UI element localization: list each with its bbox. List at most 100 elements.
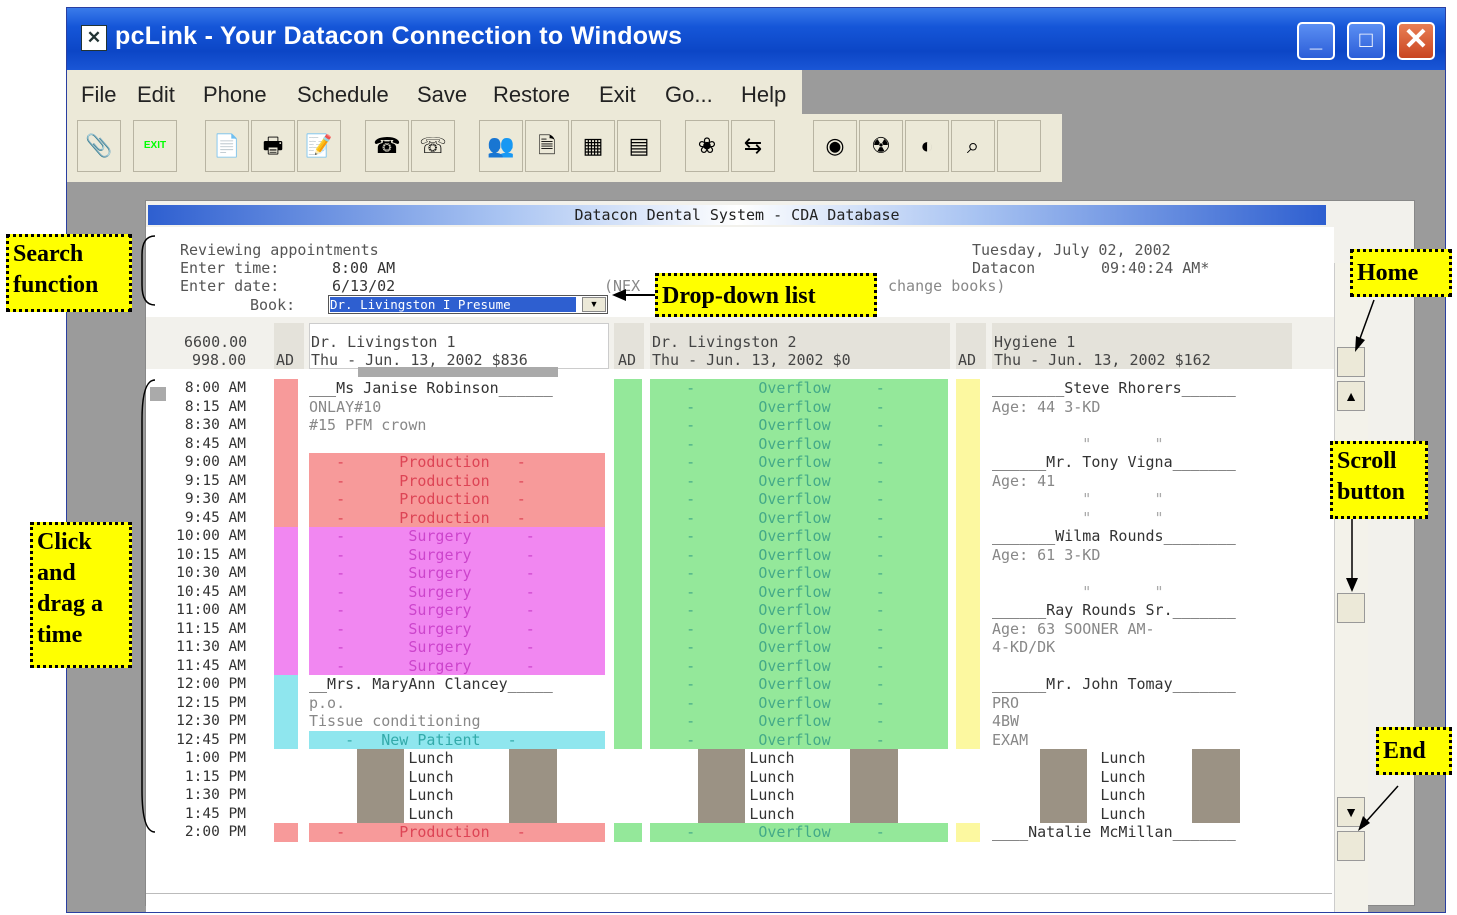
- appointment-slot[interactable]: - Overflow -: [650, 823, 948, 842]
- appointment-slot[interactable]: [992, 656, 1290, 675]
- appointment-slot[interactable]: - Surgery -: [309, 527, 605, 546]
- ad-cell[interactable]: [614, 675, 642, 694]
- ad-cell[interactable]: [956, 767, 980, 786]
- ad-cell[interactable]: [274, 508, 298, 527]
- appointment-slot[interactable]: - Overflow -: [650, 675, 948, 694]
- ad-cell[interactable]: [614, 453, 642, 472]
- ad-cell[interactable]: [614, 434, 642, 453]
- appointment-slot[interactable]: - Production -: [309, 490, 605, 509]
- appointment-slot[interactable]: - Overflow -: [650, 490, 948, 509]
- appointment-slot[interactable]: Lunch: [650, 749, 948, 768]
- appointment-slot[interactable]: Tissue conditioning: [309, 712, 605, 731]
- appointment-slot[interactable]: - Overflow -: [650, 712, 948, 731]
- ad-cell[interactable]: [956, 453, 980, 472]
- appointment-slot[interactable]: - Overflow -: [650, 397, 948, 416]
- appointment-slot[interactable]: - New Patient -: [309, 730, 605, 749]
- appointment-slot[interactable]: 4BW: [992, 712, 1290, 731]
- ad-cell[interactable]: [614, 656, 642, 675]
- ad-cell[interactable]: [614, 749, 642, 768]
- ad-cell[interactable]: [614, 767, 642, 786]
- ad-cell[interactable]: [274, 527, 298, 546]
- exit-icon[interactable]: EXIT: [133, 120, 177, 172]
- appointment-slot[interactable]: Lunch: [309, 749, 605, 768]
- ad-cell[interactable]: [956, 823, 980, 842]
- ad-cell[interactable]: [956, 564, 980, 583]
- appointment-slot[interactable]: ____Natalie McMillan_______: [992, 823, 1290, 842]
- time-slot-label[interactable]: 2:00 PM: [146, 823, 246, 842]
- time-slot-label[interactable]: 10:00 AM: [146, 527, 246, 546]
- appointment-slot[interactable]: [309, 434, 605, 453]
- time-slot-label[interactable]: 10:45 AM: [146, 583, 246, 602]
- time-slot-label[interactable]: 1:30 PM: [146, 786, 246, 805]
- appointment-slot[interactable]: ________Steve Rhorers______: [992, 379, 1290, 398]
- menu-phone[interactable]: Phone: [203, 82, 267, 108]
- appointment-slot[interactable]: - Production -: [309, 471, 605, 490]
- chevron-down-icon[interactable]: ▼: [582, 297, 606, 312]
- appointment-slot[interactable]: Lunch: [650, 767, 948, 786]
- phone-hangup-icon[interactable]: ☏: [411, 120, 455, 172]
- ad-cell[interactable]: [956, 730, 980, 749]
- appointment-slot[interactable]: ______Mr. Tony Vigna_______: [992, 453, 1290, 472]
- ad-cell[interactable]: [956, 638, 980, 657]
- scroll-down-button[interactable]: ▼: [1337, 797, 1365, 827]
- appointment-slot[interactable]: EXAM: [992, 730, 1290, 749]
- ad-cell[interactable]: [274, 582, 298, 601]
- ad-cell[interactable]: [274, 712, 298, 731]
- appointment-slot[interactable]: ______Mr. John Tomay_______: [992, 675, 1290, 694]
- menu-file[interactable]: File: [81, 82, 116, 108]
- appointment-slot[interactable]: - Surgery -: [309, 656, 605, 675]
- time-slot-label[interactable]: 8:30 AM: [146, 416, 246, 435]
- appointment-slot[interactable]: Lunch: [992, 786, 1290, 805]
- appointment-slot[interactable]: - Surgery -: [309, 564, 605, 583]
- appointment-slot[interactable]: - Overflow -: [650, 601, 948, 620]
- appointment-slot[interactable]: ___Ms Janise Robinson______: [309, 379, 605, 398]
- ad-cell[interactable]: [614, 527, 642, 546]
- appointment-slot[interactable]: - Surgery -: [309, 545, 605, 564]
- appointment-slot[interactable]: - Overflow -: [650, 730, 948, 749]
- ad-cell[interactable]: [614, 693, 642, 712]
- appointment-slot[interactable]: - Overflow -: [650, 693, 948, 712]
- vertical-scrollbar[interactable]: ▲ ▼: [1334, 263, 1368, 912]
- ad-cell[interactable]: [274, 767, 298, 786]
- ad-cell[interactable]: [274, 416, 298, 435]
- time-slot-label[interactable]: 9:30 AM: [146, 490, 246, 509]
- time-slot-label[interactable]: 11:45 AM: [146, 657, 246, 676]
- menu-save[interactable]: Save: [417, 82, 467, 108]
- ad-cell[interactable]: [614, 730, 642, 749]
- appointment-slot[interactable]: - Overflow -: [650, 453, 948, 472]
- ad-cell[interactable]: [614, 582, 642, 601]
- appointment-slot[interactable]: - Overflow -: [650, 582, 948, 601]
- time-slot-label[interactable]: 10:15 AM: [146, 546, 246, 565]
- app-logo-icon[interactable]: ✕: [81, 25, 107, 51]
- arrows-icon[interactable]: ⇆: [731, 120, 775, 172]
- appointment-slot[interactable]: - Overflow -: [650, 508, 948, 527]
- appointment-slot[interactable]: Age: 61 3-KD: [992, 545, 1290, 564]
- appointment-slot[interactable]: " ": [992, 582, 1290, 601]
- ad-cell[interactable]: [956, 656, 980, 675]
- ad-cell[interactable]: [614, 786, 642, 805]
- ad-cell[interactable]: [274, 397, 298, 416]
- ad-cell[interactable]: [956, 416, 980, 435]
- menu-schedule[interactable]: Schedule: [297, 82, 389, 108]
- ad-cell[interactable]: [274, 656, 298, 675]
- book-dropdown[interactable]: Dr. Livingston I Presume ▼: [328, 295, 608, 314]
- appointment-slot[interactable]: 4-KD/DK: [992, 638, 1290, 657]
- ad-cell[interactable]: [274, 749, 298, 768]
- ad-cell[interactable]: [274, 730, 298, 749]
- appointment-slot[interactable]: Lunch: [309, 767, 605, 786]
- ad-cell[interactable]: [956, 804, 980, 823]
- drag-handle[interactable]: [150, 387, 166, 401]
- ad-cell[interactable]: [614, 416, 642, 435]
- time-slot-label[interactable]: 12:00 PM: [146, 675, 246, 694]
- search-icon[interactable]: ⌕: [951, 120, 995, 172]
- appointment-slot[interactable]: Lunch: [992, 767, 1290, 786]
- ad-cell[interactable]: [956, 490, 980, 509]
- appointment-slot[interactable]: - Surgery -: [309, 601, 605, 620]
- appointment-slot[interactable]: Age: 63 SOONER AM-: [992, 619, 1290, 638]
- appointment-slot[interactable]: __Mrs. MaryAnn Clancey_____: [309, 675, 605, 694]
- time-slot-label[interactable]: 12:15 PM: [146, 694, 246, 713]
- ad-cell[interactable]: [274, 601, 298, 620]
- ad-cell[interactable]: [274, 545, 298, 564]
- time-slot-label[interactable]: 1:45 PM: [146, 805, 246, 824]
- ad-cell[interactable]: [614, 712, 642, 731]
